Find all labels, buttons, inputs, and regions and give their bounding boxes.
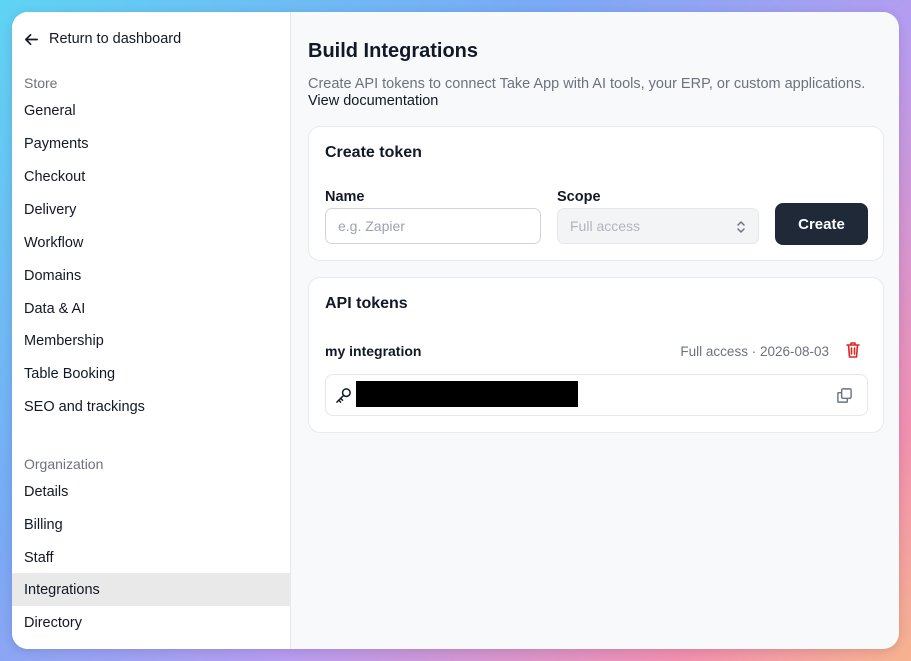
scope-value: Full access [570,218,641,234]
sidebar-item-payments[interactable]: Payments [12,127,291,160]
sidebar-item-staff[interactable]: Staff [12,541,291,574]
token-name: my integration [325,343,422,359]
page-description: Create API tokens to connect Take App wi… [308,76,878,110]
copy-icon[interactable] [836,387,853,404]
sidebar-item-domains[interactable]: Domains [12,259,291,292]
sidebar-item-seo-trackings[interactable]: SEO and trackings [12,390,291,423]
create-button[interactable]: Create [775,203,868,245]
sidebar-item-integrations[interactable]: Integrations [12,573,291,606]
sidebar-item-table-booking[interactable]: Table Booking [12,357,291,390]
key-icon [336,388,351,403]
sidebar-item-billing[interactable]: Billing [12,508,291,541]
sidebar-item-data-ai[interactable]: Data & AI [12,292,291,325]
api-tokens-title: API tokens [325,295,408,312]
main-content: Build Integrations Create API tokens to … [291,12,899,649]
sidebar-item-checkout[interactable]: Checkout [12,160,291,193]
chevron-up-down-icon [737,221,745,233]
view-documentation-link[interactable]: View documentation [308,93,438,110]
arrow-left-icon [25,33,38,45]
scope-select[interactable]: Full access [557,208,759,244]
description-text: Create API tokens to connect Take App wi… [308,76,866,92]
api-tokens-card: API tokens my integration Full access · … [308,277,884,433]
sidebar-item-workflow[interactable]: Workflow [12,226,291,259]
sidebar-item-membership[interactable]: Membership [12,324,291,357]
token-meta: Full access · 2026-08-03 [680,344,829,359]
create-token-title: Create token [325,144,422,161]
scope-label: Scope [557,189,601,205]
organization-section-label: Organization [24,456,104,472]
sidebar: Return to dashboard Store General Paymen… [12,12,291,649]
sidebar-item-general[interactable]: General [12,94,291,127]
return-to-dashboard-link[interactable]: Return to dashboard [24,30,181,48]
trash-icon[interactable] [845,341,861,359]
sidebar-item-directory[interactable]: Directory [12,606,291,639]
sidebar-item-details[interactable]: Details [12,475,291,508]
create-token-card: Create token Name Scope Full access Crea… [308,126,884,261]
sidebar-item-delivery[interactable]: Delivery [12,193,291,226]
name-input[interactable] [325,208,541,244]
redacted-token-value [356,381,578,407]
page-title: Build Integrations [308,40,478,62]
settings-window: Return to dashboard Store General Paymen… [12,12,899,649]
name-label: Name [325,189,365,205]
back-label: Return to dashboard [49,31,182,47]
store-section-label: Store [24,75,58,91]
token-value-box [325,374,868,416]
